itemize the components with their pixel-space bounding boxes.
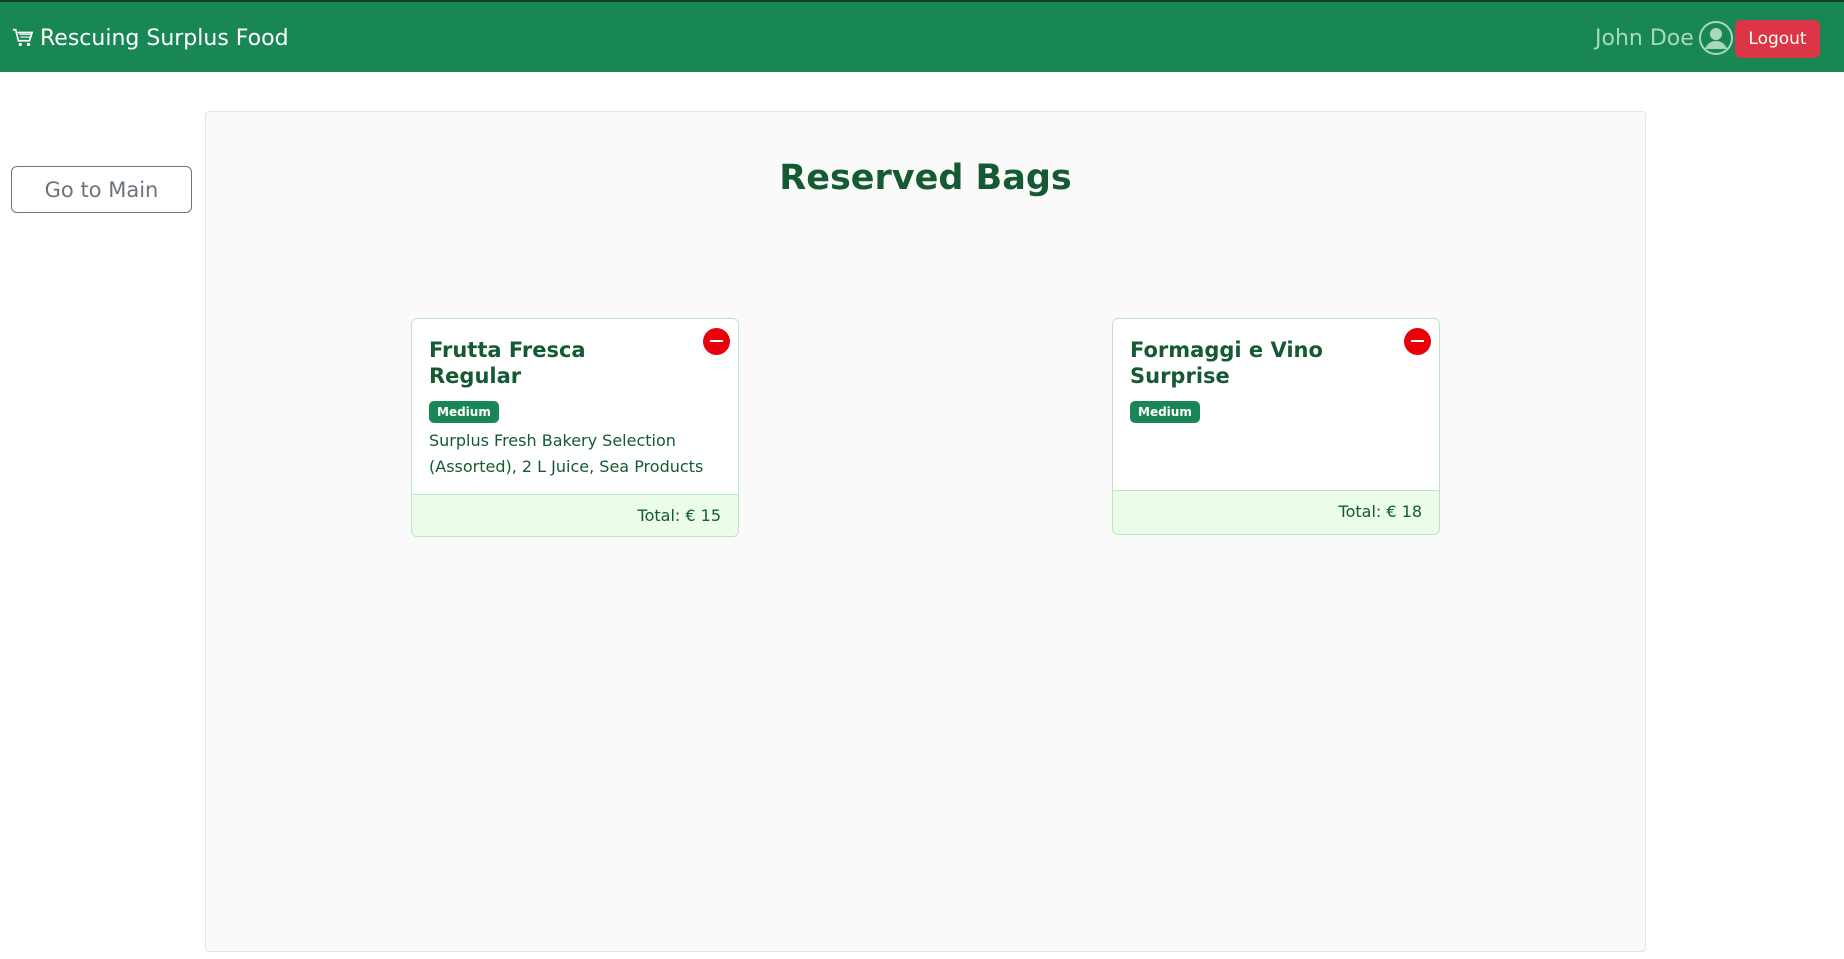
logout-button[interactable]: Logout (1735, 20, 1820, 58)
bag-title: Formaggi e Vino Surprise (1130, 338, 1323, 388)
go-to-main-button[interactable]: Go to Main (11, 166, 192, 213)
remove-bag-button[interactable] (703, 328, 730, 355)
bag-total: Total: € 15 (412, 494, 738, 536)
cart-icon (12, 28, 34, 47)
bag-description: Surplus Fresh Bakery Selection (Assorted… (429, 431, 704, 476)
brand-label: Rescuing Surplus Food (40, 25, 289, 51)
bag-card-body: Formaggi e Vino Surprise Medium (1113, 319, 1439, 423)
reserved-bags-panel: Reserved Bags Frutta Fresca Regular Medi… (205, 111, 1646, 952)
remove-bag-button[interactable] (1404, 328, 1431, 355)
bag-size-badge: Medium (1130, 401, 1200, 423)
minus-icon (1411, 340, 1424, 342)
bag-card-body: Frutta Fresca Regular Medium Surplus Fre… (412, 319, 738, 480)
brand-link[interactable]: Rescuing Surplus Food (12, 22, 289, 54)
bag-total: Total: € 18 (1113, 490, 1439, 534)
bag-card: Formaggi e Vino Surprise Medium Total: €… (1112, 318, 1440, 535)
user-circle-icon (1698, 21, 1733, 55)
bag-size-badge: Medium (429, 401, 499, 423)
user-info: John Doe (1595, 20, 1734, 56)
bag-title: Frutta Fresca Regular (429, 338, 586, 388)
navbar: Rescuing Surplus Food John Doe Logout (0, 0, 1844, 72)
minus-icon (710, 340, 723, 342)
user-name: John Doe (1595, 25, 1694, 51)
bag-card: Frutta Fresca Regular Medium Surplus Fre… (411, 318, 739, 537)
page-title: Reserved Bags (779, 158, 1072, 198)
